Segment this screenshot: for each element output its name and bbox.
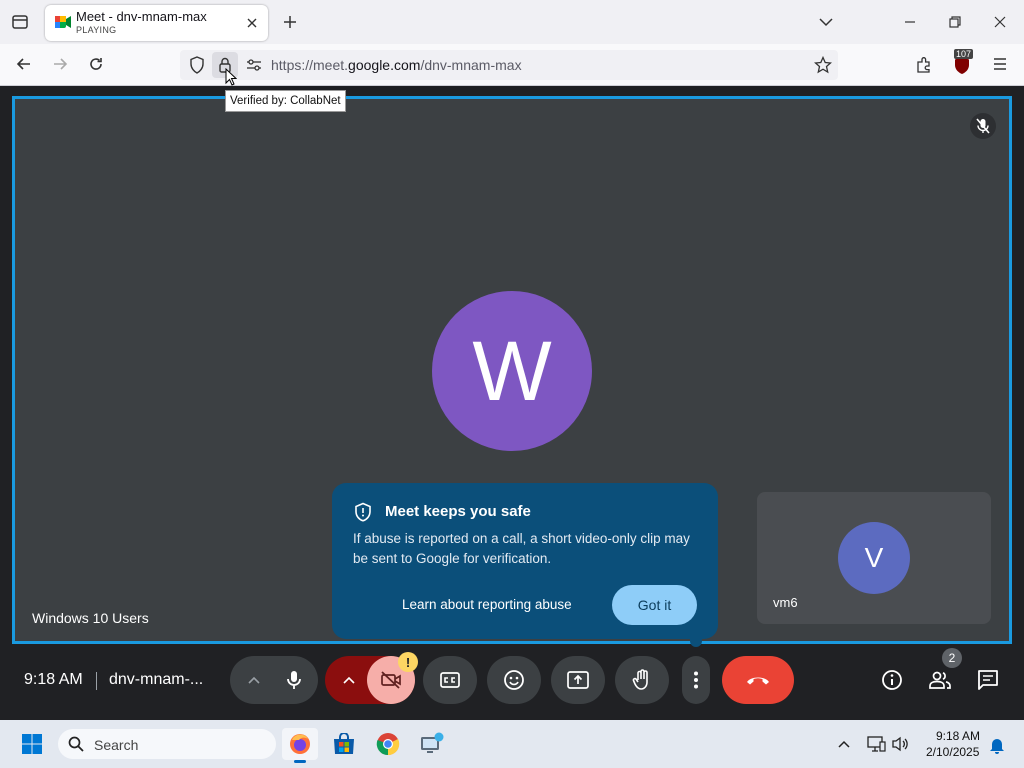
tab-close-icon[interactable] [240,11,264,35]
url-path: /dnv-mnam-max [420,57,522,73]
hang-up-icon [747,677,769,685]
reload-icon[interactable] [84,52,108,76]
people-icon [929,671,951,689]
minimize-icon[interactable] [898,10,922,34]
url-prefix: https://meet. [271,57,349,73]
meeting-code[interactable]: dnv-mnam-... [109,671,203,689]
search-icon [68,736,84,757]
reactions-button[interactable] [487,656,541,704]
back-icon[interactable] [12,52,36,76]
info-icon [882,670,902,690]
meeting-details-button[interactable] [872,656,912,704]
restore-icon[interactable] [943,10,967,34]
raise-hand-button[interactable] [615,656,669,704]
microsoft-store-taskbar-icon[interactable] [326,728,362,760]
present-button[interactable] [551,656,605,704]
meeting-time: 9:18 AM [24,671,83,688]
raise-hand-icon [632,669,648,690]
microphone-icon[interactable] [274,670,314,690]
active-app-indicator [294,760,306,763]
emoji-icon [504,670,524,690]
mouse-cursor-icon [225,67,238,91]
tab-list-icon[interactable] [8,10,32,34]
bookmark-star-icon[interactable] [811,53,835,77]
tab-meet[interactable]: Meet - dnv-mnam-max PLAYING [45,5,268,41]
participants-count-badge: 2 [942,648,962,668]
volume-icon[interactable] [888,732,912,756]
main-participant-name: Windows 10 Users [32,610,149,626]
leave-call-button[interactable] [722,656,794,704]
taskbar-search-placeholder: Search [94,737,139,753]
learn-reporting-link[interactable]: Learn about reporting abuse [402,597,572,612]
taskbar-date[interactable]: 2/10/2025 [926,745,979,759]
firefox-taskbar-icon[interactable] [282,728,318,760]
shield-check-icon [354,502,372,527]
taskbar-search-box[interactable] [58,729,276,759]
mic-muted-icon [970,113,996,139]
new-tab-icon[interactable] [278,10,302,34]
captions-button[interactable] [423,656,477,704]
extensions-icon[interactable] [912,53,936,77]
self-avatar: V [838,522,910,594]
tab-title: Meet - dnv-mnam-max [76,9,207,24]
got-it-button[interactable]: Got it [612,585,697,625]
network-icon[interactable] [864,732,888,756]
windows-start-icon[interactable] [14,728,50,760]
chevron-down-icon[interactable] [814,10,838,34]
chrome-taskbar-icon[interactable] [370,728,406,760]
self-name: vm6 [773,595,798,610]
remote-desktop-taskbar-icon[interactable] [414,728,450,760]
chat-icon [978,670,998,690]
chat-button[interactable] [968,656,1008,704]
extension-badge: 107 [954,49,974,59]
notification-bell-icon[interactable] [985,733,1009,757]
shield-icon[interactable] [185,53,209,77]
close-window-icon[interactable] [988,10,1012,34]
captions-icon [440,672,460,688]
more-vert-icon [694,671,698,689]
camera-warning-badge: ! [398,652,418,672]
present-screen-icon [567,671,589,689]
tab-playing-label: PLAYING [76,25,117,35]
taskbar-time[interactable]: 9:18 AM [936,729,980,743]
audio-options-chevron-icon[interactable] [234,676,274,684]
url-text: https://meet.google.com/dnv-mnam-max [271,57,522,73]
menu-icon[interactable] [988,52,1012,76]
popup-title: Meet keeps you safe [385,503,531,520]
popup-body: If abuse is reported on a call, a short … [353,531,690,566]
main-participant-avatar: W [432,291,592,451]
more-options-button[interactable] [682,656,710,704]
forward-icon[interactable] [48,52,72,76]
chevron-up-icon[interactable] [832,732,856,756]
video-options-chevron-icon[interactable] [325,676,373,684]
permissions-icon[interactable] [242,53,266,77]
divider [96,672,97,690]
lock-tooltip: Verified by: CollabNet [225,90,346,112]
meet-favicon-icon [55,15,71,34]
safety-popup: Meet keeps you safe If abuse is reported… [332,483,718,639]
mic-button-group [230,656,318,704]
url-domain: google.com [348,57,421,73]
